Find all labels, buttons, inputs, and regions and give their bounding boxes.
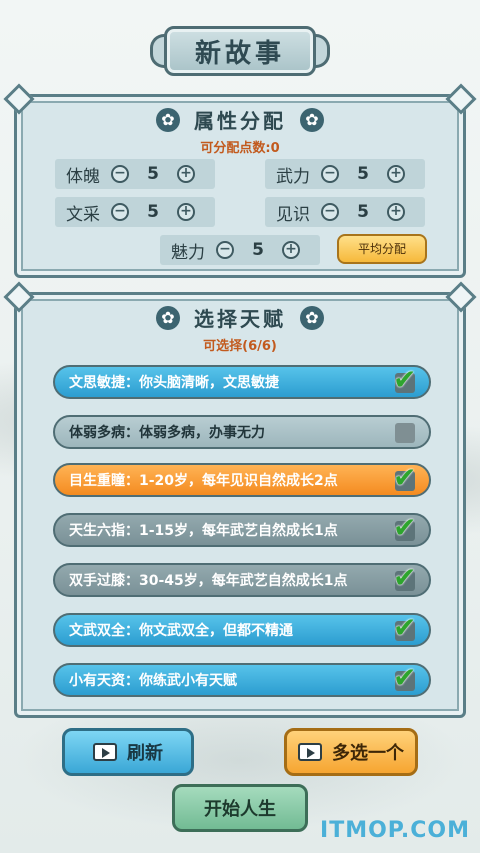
attribute-value: 5: [357, 202, 369, 222]
plus-button[interactable]: +: [387, 165, 405, 183]
talent-panel-header: ✿ 选择天赋 ✿: [17, 303, 463, 332]
talent-item[interactable]: 天生六指：1-15岁，每年武艺自然成长1点: [53, 511, 431, 547]
talent-item[interactable]: 体弱多病：体弱多病，办事无力: [53, 415, 431, 449]
flower-icon: ✿: [156, 305, 180, 330]
refresh-label: 刷新: [127, 743, 163, 764]
minus-button[interactable]: −: [321, 165, 339, 183]
flower-icon: ✿: [300, 305, 324, 330]
plus-button[interactable]: +: [387, 203, 405, 221]
attribute-value: 5: [147, 164, 159, 184]
plus-button[interactable]: +: [177, 165, 195, 183]
attribute-name: 见识: [276, 204, 310, 225]
video-icon: [93, 743, 117, 761]
minus-button[interactable]: −: [111, 203, 129, 221]
talent-text: 天生六指：1-15岁，每年武艺自然成长1点: [69, 523, 338, 539]
attribute-name: 魅力: [171, 242, 205, 263]
plus-button[interactable]: +: [282, 241, 300, 259]
attribute-row-jianshi: 见识 − 5 +: [265, 197, 425, 227]
select-one-more-button[interactable]: 多选一个: [284, 728, 418, 776]
points-remaining: 可分配点数:0: [200, 141, 280, 156]
attribute-panel-header: ✿ 属性分配 ✿: [17, 105, 463, 134]
attribute-value: 5: [357, 164, 369, 184]
flower-icon: ✿: [300, 107, 324, 132]
watermark-text: ITMOP.COM: [320, 818, 470, 843]
select-one-more-label: 多选一个: [332, 743, 404, 764]
attribute-panel-title: 属性分配: [194, 109, 286, 133]
talent-text: 体弱多病：体弱多病，办事无力: [69, 425, 265, 441]
talent-text: 文武双全：你文武双全，但都不精通: [69, 623, 293, 639]
talent-item[interactable]: 双手过膝：30-45岁，每年武艺自然成长1点: [53, 561, 431, 597]
attribute-row-wuli: 武力 − 5 +: [265, 159, 425, 189]
talent-item[interactable]: 文武双全：你文武双全，但都不精通: [53, 611, 431, 647]
check-icon[interactable]: [393, 561, 416, 594]
talent-text: 小有天资：你练武小有天赋: [69, 673, 237, 689]
talent-text: 目生重瞳：1-20岁，每年见识自然成长2点: [69, 473, 338, 489]
average-distribute-button[interactable]: 平均分配: [337, 234, 427, 264]
start-life-label: 开始人生: [204, 799, 276, 820]
title-banner: 新故事: [150, 22, 330, 80]
talent-panel: ✿ 选择天赋 ✿ 可选择(6/6) 文思敏捷：你头脑清晰，文思敏捷 体弱多病：体…: [14, 292, 466, 718]
attribute-value: 5: [147, 202, 159, 222]
talent-panel-title: 选择天赋: [194, 307, 286, 331]
minus-button[interactable]: −: [321, 203, 339, 221]
selectable-count: 可选择(6/6): [203, 339, 277, 354]
plus-button[interactable]: +: [177, 203, 195, 221]
attribute-row-tipo: 体魄 − 5 +: [55, 159, 215, 189]
check-icon[interactable]: [393, 611, 416, 644]
talent-item[interactable]: 目生重瞳：1-20岁，每年见识自然成长2点: [53, 461, 431, 497]
attribute-name: 体魄: [66, 166, 100, 187]
talent-item[interactable]: 文思敏捷：你头脑清晰，文思敏捷: [53, 363, 431, 399]
talent-text: 文思敏捷：你头脑清晰，文思敏捷: [69, 375, 279, 391]
attribute-value: 5: [252, 240, 264, 260]
attribute-row-wencai: 文采 − 5 +: [55, 197, 215, 227]
attribute-panel: ✿ 属性分配 ✿ 可分配点数:0 体魄 − 5 + 武力 − 5 + 文采 − …: [14, 94, 466, 278]
flower-icon: ✿: [156, 107, 180, 132]
check-icon[interactable]: [393, 661, 416, 694]
start-life-button[interactable]: 开始人生: [172, 784, 308, 832]
minus-button[interactable]: −: [111, 165, 129, 183]
talent-item[interactable]: 小有天资：你练武小有天赋: [53, 661, 431, 697]
minus-button[interactable]: −: [216, 241, 234, 259]
attribute-name: 文采: [66, 204, 100, 225]
checkbox-empty-icon[interactable]: [395, 423, 415, 443]
video-icon: [298, 743, 322, 761]
check-icon[interactable]: [393, 511, 416, 544]
refresh-button[interactable]: 刷新: [62, 728, 194, 776]
talent-text: 双手过膝：30-45岁，每年武艺自然成长1点: [69, 573, 348, 589]
attribute-name: 武力: [276, 166, 310, 187]
check-icon[interactable]: [393, 461, 416, 494]
attribute-row-meili: 魅力 − 5 +: [160, 235, 320, 265]
page-title: 新故事: [164, 26, 316, 76]
check-icon[interactable]: [393, 363, 416, 396]
